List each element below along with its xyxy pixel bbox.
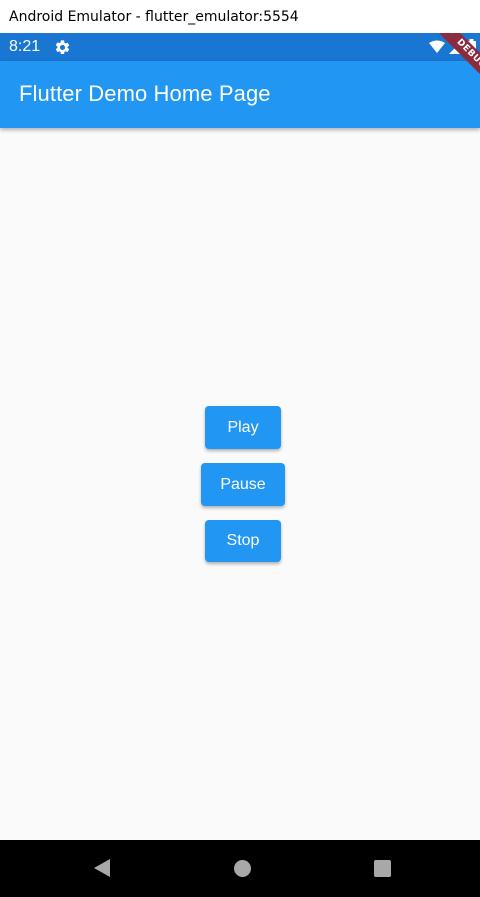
status-bar: 8:21 [0, 33, 480, 61]
window-title: Android Emulator - flutter_emulator:5554 [9, 8, 299, 25]
home-icon[interactable] [234, 860, 251, 877]
window-titlebar: Android Emulator - flutter_emulator:5554 [0, 0, 480, 33]
navigation-bar [0, 840, 480, 897]
play-button[interactable]: Play [205, 406, 281, 449]
status-icons [429, 38, 476, 56]
gear-icon [55, 40, 70, 55]
pause-button[interactable]: Pause [201, 463, 285, 506]
stop-button[interactable]: Stop [205, 520, 281, 562]
status-time: 8:21 [9, 38, 41, 55]
app-bar: Flutter Demo Home Page [0, 61, 480, 128]
recents-icon[interactable] [374, 860, 391, 877]
signal-icon [449, 40, 463, 54]
back-icon[interactable] [93, 859, 111, 877]
wifi-icon [429, 40, 445, 53]
page-title: Flutter Demo Home Page [19, 81, 271, 106]
battery-icon [467, 39, 476, 55]
